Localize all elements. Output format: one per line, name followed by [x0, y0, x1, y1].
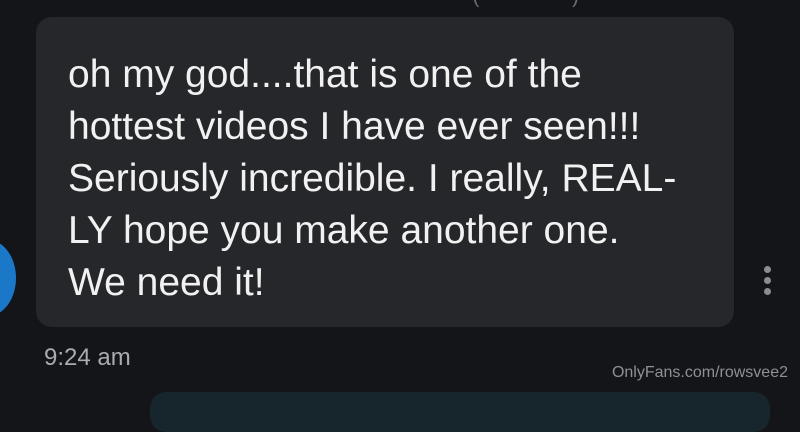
- message-timestamp: 9:24 am: [44, 344, 131, 371]
- message-bubble[interactable]: oh my god....that is one of the hottest …: [36, 17, 734, 327]
- more-vertical-icon[interactable]: [757, 266, 777, 302]
- watermark: OnlyFans.com/rowsvee2: [611, 364, 788, 381]
- message-text: oh my god....that is one of the hottest …: [68, 53, 677, 304]
- previous-message-fragment: - - - ( - - - - - - ): [430, 0, 580, 9]
- next-message-bubble[interactable]: [150, 392, 770, 432]
- avatar[interactable]: [0, 240, 16, 316]
